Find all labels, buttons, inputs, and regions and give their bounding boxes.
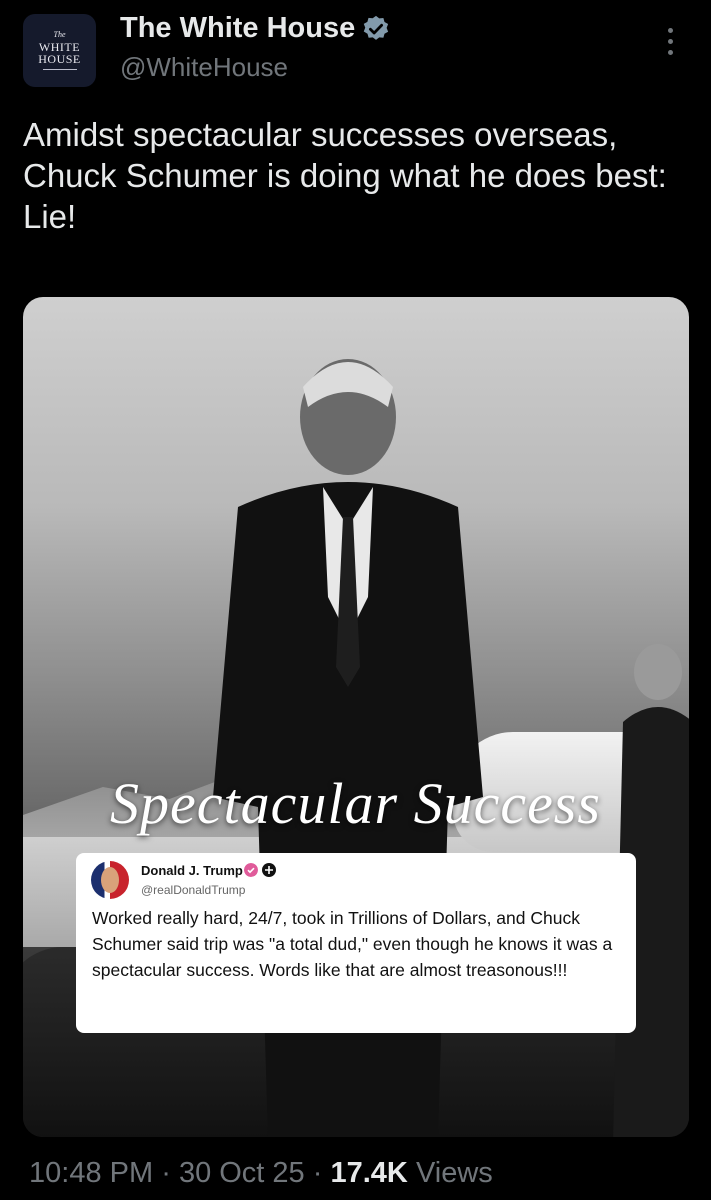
- quoted-post-avatar: [91, 861, 129, 899]
- tweet-date[interactable]: 30 Oct 25: [179, 1157, 305, 1189]
- quoted-post-card: Donald J. Trump @realDonaldTrump Worked …: [76, 853, 636, 1033]
- overlay-title: Spectacular Success: [110, 771, 601, 836]
- quoted-post-name: Donald J. Trump: [141, 863, 243, 878]
- quoted-post-handle: @realDonaldTrump: [141, 883, 246, 897]
- tweet-meta-row: 10:48 PM · 30 Oct 25 · 17.4K Views: [29, 1157, 493, 1190]
- quoted-post-text: Worked really hard, 24/7, took in Trilli…: [92, 908, 613, 980]
- tweet-text: Amidst spectacular successes overseas, C…: [23, 116, 667, 235]
- meta-separator: ·: [161, 1157, 171, 1189]
- account-name[interactable]: The White House: [120, 12, 355, 45]
- tweet-time[interactable]: 10:48 PM: [29, 1157, 153, 1189]
- account-handle[interactable]: @WhiteHouse: [120, 52, 288, 83]
- affiliate-badge-icon: [262, 863, 276, 877]
- avatar-house-text: HOUSE: [38, 52, 81, 66]
- more-options-icon[interactable]: [660, 28, 680, 68]
- views-count: 17.4K: [330, 1157, 408, 1189]
- views-label: Views: [415, 1157, 493, 1189]
- account-avatar[interactable]: The WHITE HOUSE: [23, 14, 96, 87]
- meta-separator: ·: [312, 1157, 323, 1189]
- account-name-row: The White House: [120, 12, 391, 45]
- verified-badge-icon: [363, 15, 389, 40]
- pink-verified-badge-icon: [244, 863, 258, 877]
- avatar-the-text: The: [53, 30, 66, 39]
- avatar-rule: [42, 69, 77, 70]
